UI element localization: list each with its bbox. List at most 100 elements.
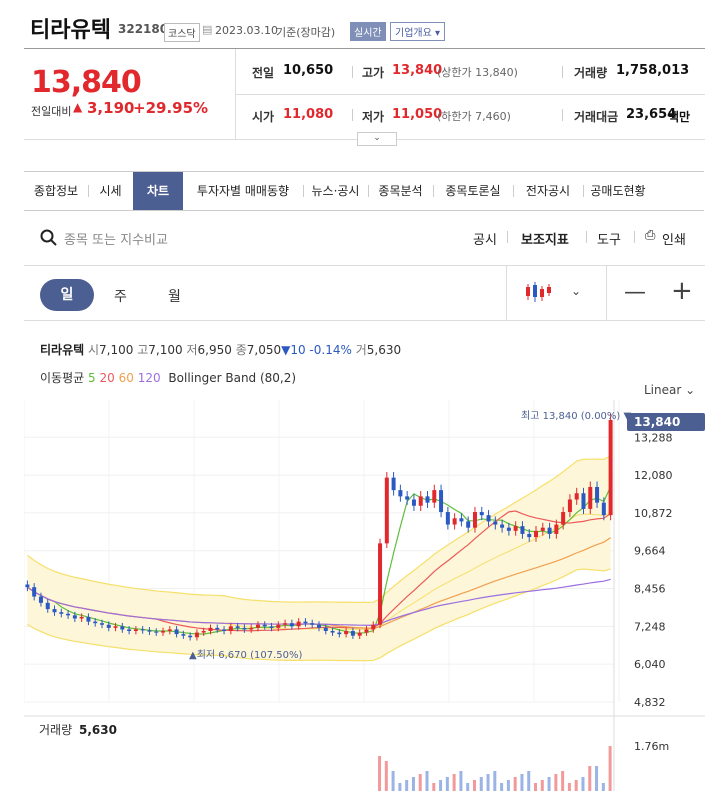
company-overview-dropdown[interactable]: 기업개요 ▾: [390, 22, 446, 41]
volume-label: 거래량: [39, 723, 72, 737]
quote-date: 2023.03.10: [215, 24, 278, 37]
candle: [493, 521, 498, 525]
candle: [411, 499, 416, 506]
tab-2[interactable]: 차트: [133, 172, 183, 210]
volume-bar: [520, 774, 524, 791]
current-price-label: 13,840: [634, 415, 680, 429]
change-value: 3,190: [87, 99, 135, 117]
y-tick-label: 13,288: [634, 431, 673, 444]
tab-6[interactable]: 종목토론실: [433, 172, 513, 210]
y-tick-label: 6,040: [634, 658, 666, 671]
volume-bar: [466, 783, 470, 791]
print-button[interactable]: 인쇄: [662, 229, 686, 248]
candle: [25, 584, 30, 588]
candle: [66, 613, 71, 616]
tools-button[interactable]: 도구: [597, 229, 621, 248]
quote-sub-1-1: (하한가 7,460): [437, 110, 511, 123]
period-month-button[interactable]: 월: [168, 286, 181, 306]
candle: [208, 627, 213, 631]
candle: [106, 624, 111, 628]
quote-value-0-2: 1,758,013: [616, 63, 690, 78]
tab-4[interactable]: 뉴스·공시: [303, 172, 368, 210]
candle: [86, 616, 91, 622]
realtime-badge[interactable]: 실시간: [350, 22, 386, 41]
volume-bar: [534, 783, 538, 791]
volume-bar: [588, 766, 592, 791]
change-percent: +29.95%: [133, 99, 209, 117]
disclosure-button[interactable]: 공시: [473, 229, 497, 248]
candle: [520, 526, 525, 534]
candlestick-type-icon[interactable]: [524, 281, 552, 303]
candle: [120, 626, 125, 630]
candle: [201, 630, 206, 633]
scale-dropdown[interactable]: Linear ⌄: [644, 383, 695, 397]
candle: [289, 623, 294, 627]
ohlc-info-line: 티라유텍 시7,100 고7,100 저6,950 종7,050▼10 -0.1…: [40, 343, 402, 357]
tab-1[interactable]: 시세: [88, 172, 133, 210]
candle: [561, 512, 566, 525]
candle: [330, 630, 335, 633]
candle: [283, 623, 288, 625]
chevron-down-icon[interactable]: ⌄: [571, 284, 581, 298]
candle: [228, 626, 233, 631]
printer-icon[interactable]: ⎙: [645, 228, 655, 243]
search-icon[interactable]: [40, 229, 58, 247]
volume-bar: [581, 777, 585, 791]
candle: [425, 496, 430, 503]
tab-3[interactable]: 투자자별 매매동향: [183, 172, 303, 210]
volume-bar: [554, 774, 558, 791]
candle: [540, 527, 545, 531]
volume-bar: [432, 783, 436, 791]
candle: [174, 629, 179, 635]
volume-bar: [601, 783, 605, 791]
candle: [269, 626, 274, 628]
volume-bar: [378, 756, 382, 791]
candle: [527, 533, 532, 538]
candle: [249, 627, 254, 630]
candle: [500, 524, 505, 528]
quote-value-0-1: 13,840: [392, 63, 443, 78]
volume-bar: [493, 771, 497, 791]
quote-value-0-0: 10,650: [283, 63, 334, 78]
candle: [181, 634, 186, 636]
candle: [317, 624, 321, 628]
zoom-in-button[interactable]: +: [671, 276, 693, 306]
expand-chevron-icon[interactable]: ⌄: [357, 132, 397, 146]
y-tick-label: 10,872: [634, 507, 673, 520]
candle: [255, 624, 260, 628]
volume-bar: [384, 761, 388, 791]
candle: [378, 543, 383, 625]
calendar-icon: ▤: [202, 23, 213, 36]
tab-0[interactable]: 종합정보: [24, 172, 88, 210]
candle: [167, 629, 172, 631]
candle: [588, 486, 593, 509]
candle: [432, 490, 437, 503]
candle: [72, 615, 77, 619]
volume-bar: [411, 777, 415, 791]
candle: [161, 630, 166, 633]
candle: [601, 502, 606, 516]
candle: [547, 527, 552, 534]
volume-bar: [608, 746, 612, 791]
candle: [364, 629, 369, 633]
volume-bar: [547, 777, 551, 791]
period-day-button[interactable]: 일: [40, 279, 94, 311]
indicators-button[interactable]: 보조지표: [521, 229, 569, 248]
quote-label-1-2: 거래대금: [574, 110, 619, 124]
y-tick-label: 12,080: [634, 469, 673, 482]
candle: [323, 627, 328, 631]
up-arrow-icon: ▲: [73, 100, 83, 114]
candle: [303, 621, 308, 624]
price-chart[interactable]: 13,288 12,080 10,872 9,664 8,456 7,248 6,040 4,…: [24, 400, 705, 791]
period-week-button[interactable]: 주: [114, 286, 127, 306]
chevron-down-icon: ▾: [435, 28, 441, 39]
tab-8[interactable]: 공매도현황: [583, 172, 653, 210]
candle: [38, 596, 43, 603]
candle: [357, 632, 362, 636]
tab-5[interactable]: 종목분석: [368, 172, 433, 210]
volume-bar: [513, 777, 517, 791]
zoom-out-button[interactable]: —: [624, 280, 646, 305]
tab-7[interactable]: 전자공시: [513, 172, 583, 210]
candle: [534, 530, 539, 538]
search-input[interactable]: 종목 또는 지수비교: [64, 229, 168, 248]
